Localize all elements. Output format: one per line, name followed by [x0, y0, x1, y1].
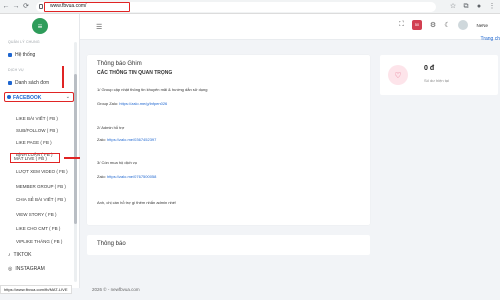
sidebar: ≡ QUẢN LÝ CHUNG Hệ thống DỊCH VỤ Danh sá… — [0, 14, 80, 288]
annotation-arrow-down — [62, 66, 64, 88]
zalo-group-link[interactable]: https://zalo.me/g/lnfpen026 — [119, 101, 167, 106]
section-label-main: QUẢN LÝ CHUNG — [8, 40, 40, 44]
notice-line: Zalo: https://zalo.me/0367452397 — [97, 137, 157, 142]
menu-icon[interactable]: ⋮ — [488, 2, 496, 12]
notice-line: 1/ Group cập nhật thông tin khuyến mãi &… — [97, 87, 208, 92]
sidebar-sub-item[interactable]: LIKE CHO CMT ( FB ) — [16, 226, 60, 231]
annotation-arrow-left — [64, 157, 80, 159]
sidebar-sub-item[interactable]: VIEW STORY ( FB ) — [16, 212, 57, 217]
notice-line: 3/ Còn mua hộ dịch vụ — [97, 160, 138, 165]
list-icon — [8, 81, 12, 85]
back-icon[interactable]: ← — [2, 2, 10, 12]
sidebar-sub-item[interactable]: SUB/FOLLOW ( FB ) — [16, 128, 58, 133]
sidebar-item-facebook[interactable]: FACEBOOK ⌄ — [4, 92, 74, 102]
facebook-icon — [7, 95, 11, 99]
balance-amount: 0 đ — [424, 65, 435, 72]
sidebar-scrollbar-thumb[interactable] — [74, 74, 77, 224]
lock-icon — [39, 4, 43, 9]
sidebar-item-instagram[interactable]: ◎ INSTAGRAM — [8, 266, 45, 272]
section-label-service: DỊCH VỤ — [8, 68, 24, 72]
notice-line: 2/ Admin hỗ trợ — [97, 125, 125, 130]
star-icon[interactable]: ☆ — [449, 2, 457, 12]
address-bar[interactable]: www.fbvua.com/ — [36, 2, 436, 12]
grid-icon — [8, 53, 12, 57]
footer-text: 2026 © - newfbvua.com — [92, 287, 140, 292]
card-heading: CÁC THÔNG TIN QUAN TRỌNG — [97, 70, 173, 76]
avatar[interactable] — [458, 20, 469, 30]
sidebar-sub-item[interactable]: CHIA SẺ BÀI VIẾT ( FB ) — [16, 197, 66, 202]
status-bar-url: https://www.fbvua.com/fb/MAT-LIVE — [0, 285, 72, 294]
fullscreen-icon[interactable]: ⛶ — [399, 21, 404, 29]
hamburger-icon[interactable]: ☰ — [96, 23, 102, 31]
sidebar-item-home[interactable]: Hệ thống — [8, 52, 72, 58]
pinned-notice-card: Thông báo Ghim CÁC THÔNG TIN QUAN TRỌNG … — [87, 55, 370, 225]
sidebar-sub-item[interactable]: VIPLIKE THÁNG ( FB ) — [16, 239, 62, 244]
sidebar-sub-item[interactable]: LIKE PAGE ( FB ) — [16, 140, 52, 145]
user-name[interactable]: NeNe — [476, 23, 488, 28]
extensions-icon[interactable]: ⧉ — [462, 2, 470, 12]
zalo-admin-link[interactable]: https://zalo.me/0367452397 — [107, 137, 156, 142]
logo[interactable]: ≡ — [32, 18, 48, 34]
sidebar-sub-item[interactable]: LƯỢT XEM VIDEO ( FB ) — [16, 169, 68, 174]
mat-live-annotation-box — [10, 153, 60, 163]
settings-icon[interactable]: ⚙ — [430, 21, 436, 29]
notice-line: Zalo: https://zalo.me/0767500058 — [97, 174, 157, 179]
balance-card: ♡ 0 đ Số dư hiện tại — [380, 55, 498, 95]
notice-card: Thông báo — [87, 235, 370, 255]
notice-line: Anh, chị cần hỗ trợ gì thêm nhắn admin n… — [97, 200, 177, 205]
sidebar-item-tiktok[interactable]: ♪ TIKTOK — [8, 252, 31, 258]
instagram-icon: ◎ — [8, 266, 13, 272]
balance-label: Số dư hiện tại — [424, 78, 449, 83]
browser-toolbar: ← → ⟳ www.fbvua.com/ ☆ ⧉ ● ⋮ — [0, 0, 500, 14]
forward-icon[interactable]: → — [12, 2, 20, 12]
card-title: Thông báo Ghim — [97, 61, 142, 67]
notice-line: Group Zalo: https://zalo.me/g/lnfpen026 — [97, 101, 168, 106]
notice-title: Thông báo — [97, 241, 126, 247]
sidebar-sub-item[interactable]: LIKE BÀI VIẾT ( FB ) — [16, 116, 58, 121]
reload-icon[interactable]: ⟳ — [22, 2, 30, 12]
profile-icon[interactable]: ● — [475, 2, 483, 12]
sidebar-sub-item[interactable]: MEMBER GROUP ( FB ) — [16, 184, 66, 189]
heart-icon: ♡ — [388, 65, 408, 85]
zalo-service-link[interactable]: https://zalo.me/0767500058 — [107, 174, 156, 179]
tiktok-icon: ♪ — [8, 252, 11, 258]
top-header: ☰ ⛶ 50 ⚙ ☾ NeNe — [80, 14, 500, 40]
url-annotation-box — [44, 2, 130, 12]
dark-mode-icon[interactable]: ☾ — [444, 21, 450, 29]
notification-badge[interactable]: 50 — [411, 20, 422, 30]
chevron-down-icon: ⌄ — [65, 94, 70, 100]
home-link[interactable]: Trang ch — [480, 36, 500, 42]
